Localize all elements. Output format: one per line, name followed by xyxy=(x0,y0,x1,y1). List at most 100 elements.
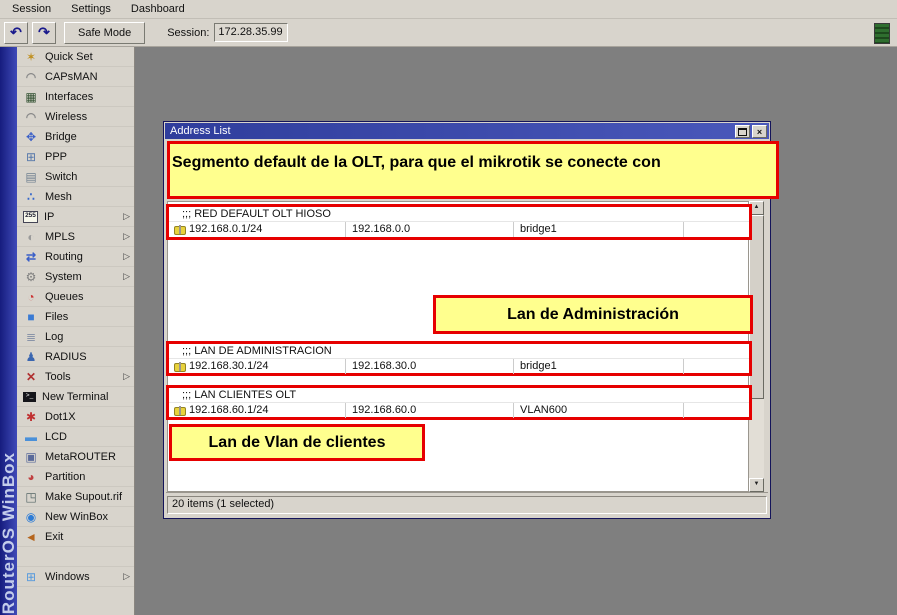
address-flag-icon xyxy=(174,407,186,416)
sidebar-item-mesh[interactable]: Mesh xyxy=(17,187,134,207)
sidebar-item-label: Tools xyxy=(45,371,71,383)
sidebar-item-new-winbox[interactable]: New WinBox xyxy=(17,507,134,527)
address-group: ;;; RED DEFAULT OLT HIOSO 192.168.0.1/24… xyxy=(166,204,752,240)
address-row[interactable]: 192.168.30.1/24 192.168.30.0 bridge1 xyxy=(169,359,749,374)
sidebar-item-label: PPP xyxy=(45,151,67,163)
sidebar-item-switch[interactable]: Switch xyxy=(17,167,134,187)
interfaces-icon xyxy=(23,90,39,104)
sidebar-item-interfaces[interactable]: Interfaces xyxy=(17,87,134,107)
comment-row[interactable]: ;;; LAN DE ADMINISTRACION xyxy=(169,344,749,359)
address-row[interactable]: 192.168.0.1/24 192.168.0.0 bridge1 xyxy=(169,222,749,237)
sidebar-item-bridge[interactable]: Bridge xyxy=(17,127,134,147)
sidebar-item-label: New WinBox xyxy=(45,511,108,523)
sidebar-item-label: Routing xyxy=(45,251,83,263)
mpls-icon xyxy=(23,230,39,244)
address-row[interactable]: 192.168.60.1/24 192.168.60.0 VLAN600 xyxy=(169,403,749,418)
quick-set-icon xyxy=(23,50,39,64)
sidebar-item-capsman[interactable]: CAPsMAN xyxy=(17,67,134,87)
mesh-icon xyxy=(23,190,39,204)
sidebar-item-system[interactable]: System xyxy=(17,267,134,287)
sidebar-item-label: Bridge xyxy=(45,131,77,143)
wireless-icon xyxy=(23,110,39,124)
sidebar-item-label: CAPsMAN xyxy=(45,71,98,83)
sidebar-item-label: Make Supout.rif xyxy=(45,491,122,503)
sidebar-item-label: Dot1X xyxy=(45,411,76,423)
submenu-arrow-icon xyxy=(123,252,130,261)
log-icon xyxy=(23,330,39,344)
address-group: ;;; LAN DE ADMINISTRACION 192.168.30.1/2… xyxy=(166,341,752,376)
sidebar-item-label: Windows xyxy=(45,571,90,583)
close-icon[interactable] xyxy=(752,125,767,138)
comment-row[interactable]: ;;; RED DEFAULT OLT HIOSO xyxy=(169,207,749,222)
sidebar-item-label: Exit xyxy=(45,531,63,543)
sidebar-item-label: Wireless xyxy=(45,111,87,123)
queues-icon xyxy=(23,290,39,304)
sidebar-item-log[interactable]: Log xyxy=(17,327,134,347)
undo-icon[interactable] xyxy=(4,22,28,44)
sidebar-item-ppp[interactable]: PPP xyxy=(17,147,134,167)
sidebar-item-lcd[interactable]: LCD xyxy=(17,427,134,447)
submenu-arrow-icon xyxy=(123,232,130,241)
sidebar-item-label: System xyxy=(45,271,82,283)
routeros-winbox-branding: RouterOS WinBox xyxy=(0,452,17,614)
lcd-icon xyxy=(23,430,39,444)
safe-mode-button[interactable]: Safe Mode xyxy=(64,22,145,44)
bridge-icon xyxy=(23,130,39,144)
session-address-field[interactable]: 172.28.35.99 xyxy=(214,23,288,42)
sidebar-item-label: Log xyxy=(45,331,63,343)
submenu-arrow-icon xyxy=(123,272,130,281)
sidebar-spacer xyxy=(17,547,134,567)
sidebar-item-exit[interactable]: Exit xyxy=(17,527,134,547)
sidebar-item-make-supout-rif[interactable]: Make Supout.rif xyxy=(17,487,134,507)
annotation-callout-admin-lan: Lan de Administración xyxy=(433,295,753,334)
redo-icon[interactable] xyxy=(32,22,56,44)
sidebar-item-ip[interactable]: IP xyxy=(17,207,134,227)
windows-icon xyxy=(23,570,39,584)
menu-item-dashboard[interactable]: Dashboard xyxy=(121,1,195,18)
sidebar-item-label: Quick Set xyxy=(45,51,93,63)
maximize-icon[interactable] xyxy=(735,125,750,138)
sidebar-item-queues[interactable]: Queues xyxy=(17,287,134,307)
sidebar-item-mpls[interactable]: MPLS xyxy=(17,227,134,247)
sidebar-item-quick-set[interactable]: Quick Set xyxy=(17,47,134,67)
sidebar-item-label: Mesh xyxy=(45,191,72,203)
sidebar-item-radius[interactable]: RADIUS xyxy=(17,347,134,367)
new-winbox-icon xyxy=(23,510,39,524)
comment-row[interactable]: ;;; LAN CLIENTES OLT xyxy=(169,388,749,403)
menu-item-session[interactable]: Session xyxy=(2,1,61,18)
sidebar-item-tools[interactable]: Tools xyxy=(17,367,134,387)
traffic-indicator-icon xyxy=(874,23,890,44)
sidebar-item-partition[interactable]: Partition xyxy=(17,467,134,487)
scroll-down-icon[interactable] xyxy=(749,478,764,492)
menu-item-settings[interactable]: Settings xyxy=(61,1,121,18)
files-icon xyxy=(23,310,39,324)
sidebar-item-wireless[interactable]: Wireless xyxy=(17,107,134,127)
partition-icon xyxy=(23,470,39,484)
submenu-arrow-icon xyxy=(123,372,130,381)
window-titlebar[interactable]: Address List xyxy=(165,123,769,139)
brand-strip: RouterOS WinBox xyxy=(0,47,17,615)
sidebar-item-windows[interactable]: Windows xyxy=(17,567,134,587)
sidebar-item-files[interactable]: Files xyxy=(17,307,134,327)
sidebar-item-label: MetaROUTER xyxy=(45,451,116,463)
sidebar-item-label: LCD xyxy=(45,431,67,443)
sidebar-item-routing[interactable]: Routing xyxy=(17,247,134,267)
ip-icon xyxy=(23,211,38,223)
annotation-callout-client-vlan: Lan de Vlan de clientes xyxy=(169,424,425,461)
window-title: Address List xyxy=(170,125,231,137)
sidebar-item-label: Interfaces xyxy=(45,91,93,103)
sidebar-item-dot1x[interactable]: Dot1X xyxy=(17,407,134,427)
sidebar-item-label: Queues xyxy=(45,291,84,303)
ppp-icon xyxy=(23,150,39,164)
capsman-icon xyxy=(23,70,39,84)
radius-icon xyxy=(23,350,39,364)
address-list-window: Address List ;;; RED DEFAULT OLT HIOSO 1… xyxy=(163,121,771,519)
submenu-arrow-icon xyxy=(123,572,130,581)
sidebar-item-new-terminal[interactable]: New Terminal xyxy=(17,387,134,407)
make-supout-icon xyxy=(23,490,39,504)
session-label: Session: xyxy=(167,27,209,39)
sidebar-item-metarouter[interactable]: MetaROUTER xyxy=(17,447,134,467)
address-flag-icon xyxy=(174,226,186,235)
menubar: Session Settings Dashboard xyxy=(0,0,897,19)
sidebar-item-label: New Terminal xyxy=(42,391,108,403)
